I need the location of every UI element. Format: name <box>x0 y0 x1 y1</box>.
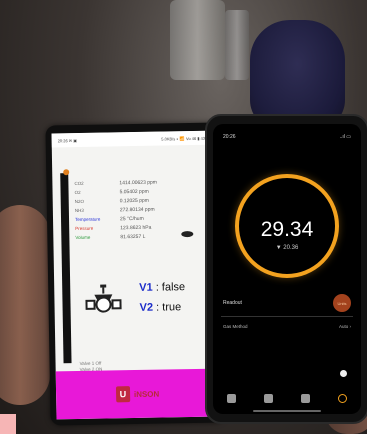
tab-settings-icon[interactable] <box>338 393 347 403</box>
brand-footer-bar: U iNSON <box>55 368 220 420</box>
reading-value: 5.05402 ppm <box>119 188 149 195</box>
tab-device-icon[interactable] <box>301 393 310 403</box>
iphone: 20:26 ..ıl ▭ 29.34 ▼ 20.36 Readout Units… <box>205 114 367 424</box>
level-gauge <box>60 169 72 364</box>
gas-method-row[interactable]: Gas Method Auto › <box>223 324 351 329</box>
units-toggle-button[interactable]: Units <box>333 294 351 312</box>
valve-1-status: V1 : false <box>139 281 185 294</box>
corner-mark <box>0 414 16 434</box>
iphone-status-bar: 20:26 ..ıl ▭ <box>213 124 361 140</box>
readout-label: Readout <box>223 300 242 306</box>
reading-label: NH3 <box>74 207 84 214</box>
reading-value: 272.80134 ppm <box>119 206 155 213</box>
valve-icon <box>85 284 122 313</box>
iphone-status-right: ..ıl ▭ <box>339 134 351 140</box>
reading-label: Volume <box>75 234 91 241</box>
brand-logo: U iNSON <box>115 386 160 403</box>
android-phone: 20:26 ✉ ▣ 5.0KB/s ◐ 📶 Vo 46 ▮ 43% CO2 141… <box>45 122 226 426</box>
valve-2-value: : true <box>156 301 182 314</box>
background-pipe-2 <box>225 10 249 80</box>
reading-value: 123.8623 hPa <box>120 224 152 231</box>
brand-logo-badge: U <box>115 386 131 403</box>
reading-label: N2O <box>74 198 85 205</box>
brand-logo-text: iNSON <box>133 389 160 399</box>
reading-label: Temperature <box>74 216 101 223</box>
reading-label: Pressure <box>75 225 94 232</box>
android-status-bar: 20:26 ✉ ▣ 5.0KB/s ◐ 📶 Vo 46 ▮ 43% <box>51 130 215 148</box>
valve-1-key: V1 <box>139 281 153 294</box>
sub-reading: ▼ 20.36 <box>275 245 299 251</box>
gauge-indicator-dot <box>63 169 70 176</box>
iphone-screen: 20:26 ..ıl ▭ 29.34 ▼ 20.36 Readout Units… <box>213 124 361 414</box>
android-status-right: 5.0KB/s ◐ 📶 Vo 46 ▮ 43% <box>161 135 209 142</box>
valve-1-value: : false <box>155 281 186 294</box>
reading-value: 25 °C/hum <box>119 215 144 222</box>
divider <box>221 316 353 317</box>
reading-value: 0.12025 ppm <box>119 197 149 204</box>
main-reading: 29.34 <box>260 218 314 241</box>
reading-label: CO2 <box>74 180 84 187</box>
background-pipe <box>170 0 225 80</box>
reading-label: O2 <box>74 189 81 196</box>
gas-method-value: Auto › <box>338 324 351 329</box>
reading-value: 81.63257 L <box>120 233 146 240</box>
hand-left <box>0 205 50 405</box>
valve-2-key: V2 <box>139 301 154 314</box>
home-indicator <box>253 410 321 412</box>
gas-method-label: Gas Method <box>223 324 248 329</box>
tab-list-icon[interactable] <box>264 393 273 403</box>
photo-scene: 20:26 ✉ ▣ 5.0KB/s ◐ 📶 Vo 46 ▮ 43% CO2 141… <box>0 0 367 434</box>
valve-2-status: V2 : true <box>139 301 181 314</box>
tab-home-icon[interactable] <box>227 393 236 403</box>
tab-bar <box>213 386 361 410</box>
android-status-left: 20:26 ✉ ▣ <box>57 137 78 143</box>
reading-value: 1414.00623 ppm <box>119 179 157 186</box>
iphone-status-time: 20:26 <box>223 134 236 140</box>
indicator-dot <box>340 370 347 377</box>
android-screen: 20:26 ✉ ▣ 5.0KB/s ◐ 📶 Vo 46 ▮ 43% CO2 141… <box>51 130 220 420</box>
